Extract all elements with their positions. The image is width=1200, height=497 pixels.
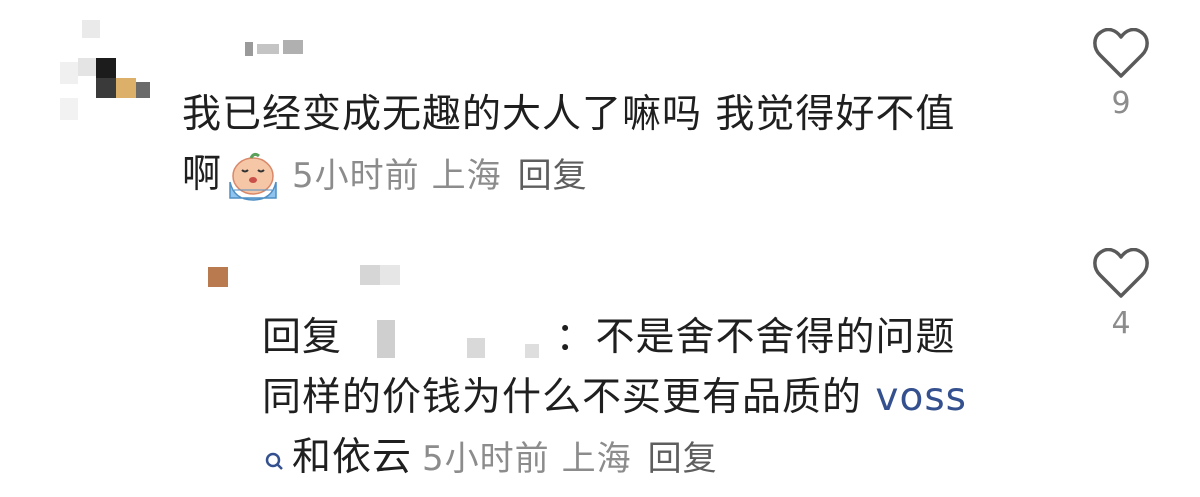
like-control[interactable]: 9 (1086, 28, 1156, 121)
reply-line: 同样的价钱为什么不买更有品质的 (262, 375, 863, 420)
comment-line: 啊 (182, 152, 223, 197)
like-control[interactable]: 4 (1086, 248, 1156, 341)
like-count: 9 (1111, 86, 1131, 121)
search-icon[interactable] (262, 445, 286, 475)
reply-text: 回复 ：不是舍不舍得的问题 同样的价钱为什么不买更有品质的 voss 和依云 5小… (262, 308, 1062, 489)
heart-icon[interactable] (1092, 248, 1150, 300)
colon: ： (555, 315, 596, 360)
heart-icon[interactable] (1092, 28, 1150, 80)
reply-line: 和依云 (292, 435, 413, 480)
comment-meta: 5小时前 上海 回复 (292, 156, 588, 196)
timestamp: 5小时前 (422, 439, 550, 479)
avatar[interactable] (60, 20, 150, 120)
location: 上海 (431, 156, 502, 196)
comment-text: 我已经变成无趣的大人了嘛吗 我觉得好不值 啊 5小时前 上海 回复 (182, 85, 1062, 206)
crying-emoji-icon (229, 152, 277, 201)
reply-button[interactable]: 回复 (648, 439, 718, 479)
username-redacted[interactable] (360, 265, 410, 287)
avatar[interactable] (208, 267, 232, 291)
reply-button[interactable]: 回复 (518, 156, 588, 196)
reply-meta: 5小时前 上海 回复 (422, 439, 718, 479)
mention-redacted[interactable] (355, 319, 555, 360)
like-count: 4 (1111, 306, 1131, 341)
username-redacted[interactable] (245, 38, 305, 60)
comment-line: 我已经变成无趣的大人了嘛吗 我觉得好不值 (182, 92, 956, 137)
search-link[interactable]: voss (875, 375, 967, 420)
location: 上海 (561, 439, 632, 479)
reply-line: 不是舍不舍得的问题 (595, 315, 956, 360)
reply-prefix: 回复 (262, 315, 343, 360)
comment-item: 我已经变成无趣的大人了嘛吗 我觉得好不值 啊 5小时前 上海 回复 9 (0, 0, 1200, 215)
reply-item: 回复 ：不是舍不舍得的问题 同样的价钱为什么不买更有品质的 voss 和依云 5小… (0, 230, 1200, 497)
timestamp: 5小时前 (292, 156, 420, 196)
